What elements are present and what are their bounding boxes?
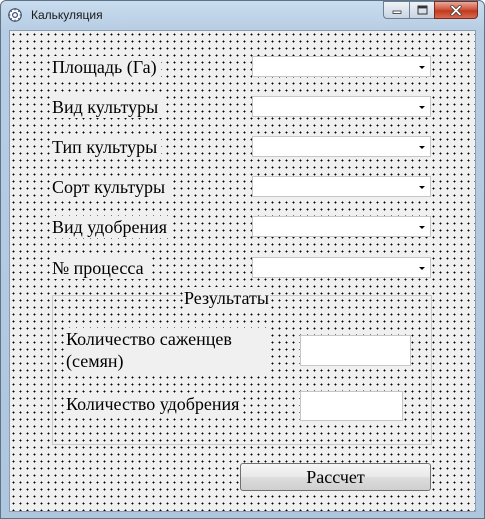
process-number-combobox[interactable] <box>252 257 431 278</box>
chevron-down-icon <box>419 226 425 229</box>
caption-buttons <box>383 1 478 21</box>
crop-variety-combobox[interactable] <box>252 176 431 197</box>
app-gear-icon <box>8 8 22 22</box>
fertilizer-amount-label: Количество удобрения <box>64 393 244 415</box>
fertilizer-kind-combobox[interactable] <box>252 216 431 237</box>
chevron-down-icon <box>419 267 425 270</box>
seedlings-output[interactable] <box>300 335 411 366</box>
close-icon <box>450 4 462 16</box>
chevron-down-icon <box>419 186 425 189</box>
form-client-area: Площадь (Га) Вид культуры Тип культуры С… <box>9 30 476 512</box>
seedlings-label: Количество саженцев (семян) <box>64 328 270 372</box>
close-button[interactable] <box>434 1 478 19</box>
calculate-button[interactable]: Рассчет <box>240 463 431 491</box>
area-combobox[interactable] <box>252 56 431 77</box>
maximize-button[interactable] <box>409 1 434 19</box>
fertilizer-amount-output[interactable] <box>300 391 403 421</box>
area-label: Площадь (Га) <box>50 56 161 78</box>
maximize-icon <box>417 5 427 15</box>
app-window: Калькуляция Площадь (Га) Вид культуры Ти… <box>0 0 485 519</box>
crop-kind-label: Вид культуры <box>50 96 163 118</box>
chevron-down-icon <box>419 146 425 149</box>
crop-variety-label: Сорт культуры <box>50 176 170 198</box>
chevron-down-icon <box>419 106 425 109</box>
minimize-button[interactable] <box>383 1 409 19</box>
crop-type-combobox[interactable] <box>252 136 431 157</box>
window-title: Калькуляция <box>31 8 103 22</box>
minimize-icon <box>392 10 401 14</box>
process-number-label: № процесса <box>50 257 148 279</box>
crop-type-label: Тип культуры <box>50 136 162 158</box>
chevron-down-icon <box>419 66 425 69</box>
results-group-title: Результаты <box>183 287 270 309</box>
title-bar[interactable]: Калькуляция <box>1 1 484 29</box>
fertilizer-kind-label: Вид удобрения <box>50 216 172 238</box>
crop-kind-combobox[interactable] <box>252 96 431 117</box>
